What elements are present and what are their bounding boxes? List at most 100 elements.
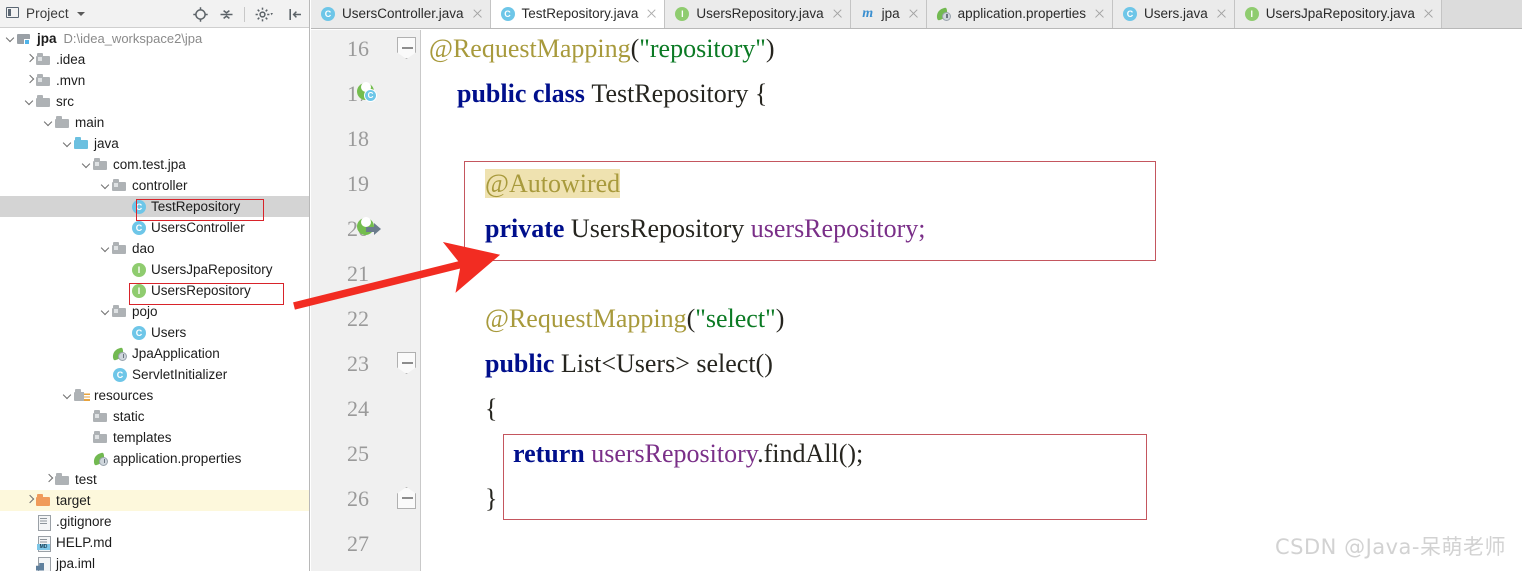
tree-item-com-test-jpa[interactable]: com.test.jpa bbox=[0, 154, 309, 175]
tree-item-application-properties[interactable]: application.properties bbox=[0, 448, 309, 469]
code-line[interactable]: public List<Users> select() bbox=[421, 341, 773, 386]
editor-tab-users-java[interactable]: C Users.java bbox=[1113, 0, 1235, 28]
tree-item-target[interactable]: target bbox=[0, 490, 309, 511]
code-line[interactable]: return usersRepository.findAll(); bbox=[421, 431, 863, 476]
tree-item-dao[interactable]: dao bbox=[0, 238, 309, 259]
sidebar-toolbar bbox=[192, 0, 304, 28]
hide-panel-icon[interactable] bbox=[287, 6, 304, 23]
tree-item-jpaapplication[interactable]: JpaApplication bbox=[0, 343, 309, 364]
tree-item-usersjparepository[interactable]: I UsersJpaRepository bbox=[0, 259, 309, 280]
tree-item-test[interactable]: test bbox=[0, 469, 309, 490]
folder-icon bbox=[93, 409, 109, 425]
code-line[interactable] bbox=[421, 116, 464, 161]
code-token: List<Users> select() bbox=[560, 349, 773, 378]
chevron-right-icon[interactable] bbox=[25, 54, 36, 65]
tree-item-label: ServletInitializer bbox=[132, 367, 228, 382]
tree-item-pojo[interactable]: pojo bbox=[0, 301, 309, 322]
editor-tab-application-properties[interactable]: application.properties bbox=[926, 0, 1114, 28]
locate-in-tree-icon[interactable] bbox=[192, 6, 209, 23]
code-line[interactable]: @Autowired bbox=[421, 161, 621, 206]
editor-area: C UsersController.java C TestRepository.jav… bbox=[311, 0, 1522, 571]
chevron-right-icon[interactable] bbox=[25, 75, 36, 86]
tree-item-templates[interactable]: templates bbox=[0, 427, 309, 448]
chevron-down-icon[interactable] bbox=[25, 96, 36, 107]
code-line[interactable]: { bbox=[421, 386, 497, 431]
tree-item-usersrepository[interactable]: I UsersRepository bbox=[0, 280, 309, 301]
code-token: public class bbox=[457, 79, 592, 108]
chevron-down-icon[interactable] bbox=[76, 11, 85, 16]
code-line[interactable]: @RequestMapping("repository") bbox=[421, 26, 775, 71]
code-line[interactable]: @RequestMapping("select") bbox=[421, 296, 784, 341]
code-token: ( bbox=[686, 304, 696, 333]
project-tool-window-switcher[interactable]: Project bbox=[0, 6, 85, 21]
chevron-down-icon[interactable] bbox=[101, 306, 112, 317]
chevron-right-icon[interactable] bbox=[25, 495, 36, 506]
chevron-down-icon[interactable] bbox=[44, 117, 55, 128]
tree-item-static[interactable]: static bbox=[0, 406, 309, 427]
toolbar-divider bbox=[244, 6, 245, 22]
line-number: 25 bbox=[347, 441, 369, 466]
chevron-down-icon[interactable] bbox=[82, 159, 93, 170]
code-line[interactable] bbox=[421, 251, 492, 296]
close-icon[interactable] bbox=[1094, 8, 1105, 19]
collapse-all-icon[interactable] bbox=[218, 6, 235, 23]
editor-tab-userscontroller-java[interactable]: C UsersController.java bbox=[311, 0, 491, 28]
close-icon[interactable] bbox=[1423, 8, 1434, 19]
tree-item--idea[interactable]: .idea bbox=[0, 49, 309, 70]
close-icon[interactable] bbox=[646, 8, 657, 19]
tree-item-users[interactable]: C Users bbox=[0, 322, 309, 343]
tree-item-testrepository[interactable]: C TestRepository bbox=[0, 196, 309, 217]
class-icon: C bbox=[320, 6, 336, 22]
close-icon[interactable] bbox=[832, 8, 843, 19]
project-tree[interactable]: jpa D:\idea_workspace2\jpa .idea .mvn src mai… bbox=[0, 28, 309, 571]
code-token: return bbox=[513, 439, 592, 468]
tree-item--mvn[interactable]: .mvn bbox=[0, 70, 309, 91]
spring-bean-class-gutter-icon[interactable]: C bbox=[357, 71, 391, 116]
tree-item-main[interactable]: main bbox=[0, 112, 309, 133]
tree-item-help-md[interactable]: MD HELP.md bbox=[0, 532, 309, 553]
editor-tab-usersrepository-java[interactable]: I UsersRepository.java bbox=[665, 0, 851, 28]
editor-gutter[interactable]: 161718192021222324252627C bbox=[311, 30, 421, 571]
code-viewport[interactable]: 161718192021222324252627C @RequestMappin… bbox=[311, 30, 1522, 571]
folder-icon bbox=[55, 115, 71, 131]
spring-bean-autowired-gutter-icon[interactable] bbox=[357, 206, 391, 251]
tree-item-src[interactable]: src bbox=[0, 91, 309, 112]
tree-item-controller[interactable]: controller bbox=[0, 175, 309, 196]
tree-item-userscontroller[interactable]: C UsersController bbox=[0, 217, 309, 238]
code-line[interactable]: public class TestRepository { bbox=[421, 71, 767, 116]
close-icon[interactable] bbox=[908, 8, 919, 19]
chevron-down-icon[interactable] bbox=[63, 390, 74, 401]
chevron-down-icon[interactable] bbox=[63, 138, 74, 149]
code-line[interactable]: private UsersRepository usersRepository; bbox=[421, 206, 926, 251]
tree-item-label: pojo bbox=[132, 304, 158, 319]
chevron-down-icon[interactable] bbox=[6, 33, 17, 44]
close-icon[interactable] bbox=[472, 8, 483, 19]
tree-item-jpa[interactable]: jpa D:\idea_workspace2\jpa bbox=[0, 28, 309, 49]
tree-item-servletinitializer[interactable]: C ServletInitializer bbox=[0, 364, 309, 385]
line-number: 18 bbox=[347, 126, 369, 151]
close-icon[interactable] bbox=[1216, 8, 1227, 19]
tree-item-java[interactable]: java bbox=[0, 133, 309, 154]
code-token: "select" bbox=[695, 304, 776, 333]
chevron-down-icon[interactable] bbox=[101, 243, 112, 254]
code-line[interactable] bbox=[421, 521, 436, 566]
gear-icon[interactable] bbox=[254, 6, 278, 23]
chevron-right-icon[interactable] bbox=[44, 474, 55, 485]
tree-item-label: static bbox=[113, 409, 145, 424]
chevron-down-icon[interactable] bbox=[101, 180, 112, 191]
tree-item-jpa-iml[interactable]: jpa.iml bbox=[0, 553, 309, 571]
code-line[interactable]: } bbox=[421, 476, 497, 521]
tree-item-resources[interactable]: resources bbox=[0, 385, 309, 406]
editor-tab-jpa[interactable]: m jpa bbox=[850, 0, 927, 28]
editor-tab-testrepository-java[interactable]: C TestRepository.java bbox=[490, 0, 666, 28]
code-content[interactable]: @RequestMapping("repository") public clas… bbox=[421, 30, 1522, 571]
tree-item-label: UsersRepository bbox=[151, 283, 251, 298]
editor-tab-bar[interactable]: C UsersController.java C TestRepository.jav… bbox=[311, 0, 1522, 29]
tree-item--gitignore[interactable]: .gitignore bbox=[0, 511, 309, 532]
class-icon: C bbox=[131, 199, 147, 215]
tree-item-label: java bbox=[94, 136, 119, 151]
editor-tab-usersjparepository-java[interactable]: I UsersJpaRepository.java bbox=[1234, 0, 1442, 28]
